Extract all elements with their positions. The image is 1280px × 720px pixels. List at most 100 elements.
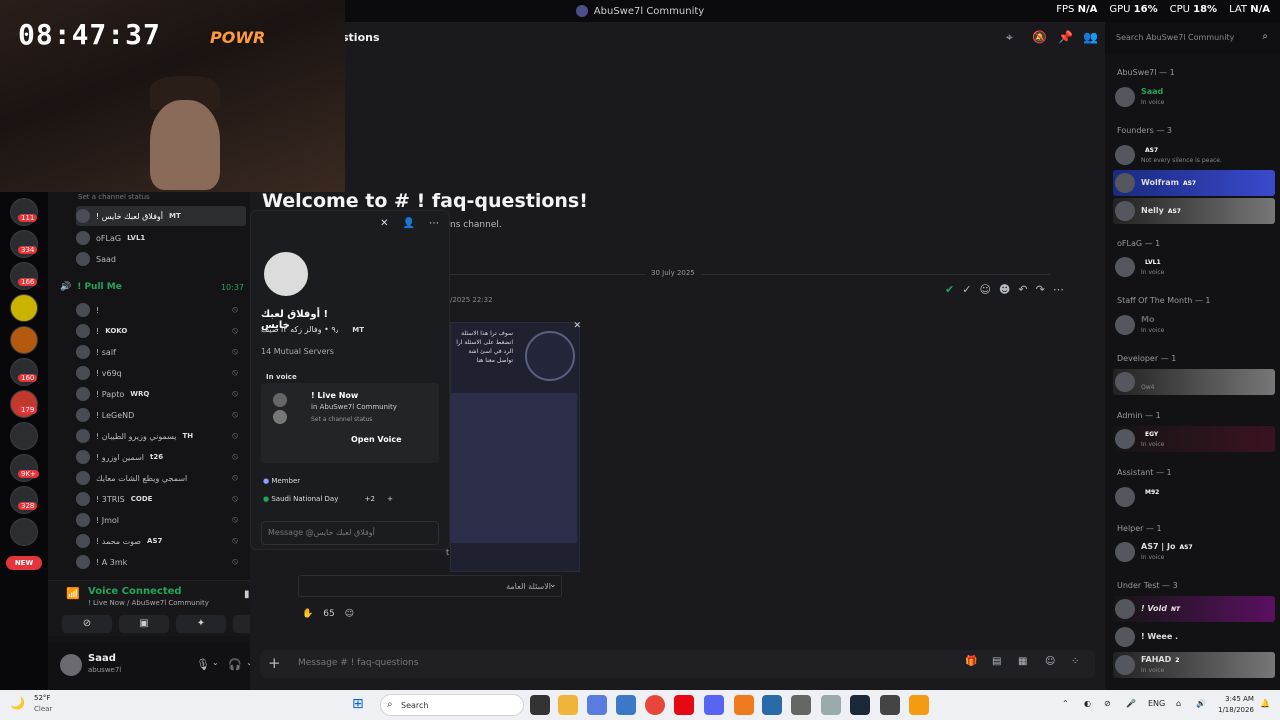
- app-icon[interactable]: [909, 695, 929, 715]
- more-icon[interactable]: ⋯: [1053, 283, 1064, 301]
- voice-member[interactable]: ! أوفلاق لعبك خايس MT: [76, 206, 246, 226]
- store-icon[interactable]: [616, 695, 636, 715]
- avatar[interactable]: [60, 654, 82, 676]
- new-badge[interactable]: NEW: [6, 556, 42, 570]
- server-icon[interactable]: [10, 294, 38, 322]
- profile-avatar[interactable]: [261, 249, 311, 299]
- gear-icon[interactable]: [791, 695, 811, 715]
- close-icon[interactable]: ✕: [380, 218, 388, 229]
- headphones-icon[interactable]: 🎧: [228, 658, 242, 671]
- voice-member[interactable]: ! v69q ⦸: [76, 363, 246, 383]
- voice-member[interactable]: Saad: [76, 249, 246, 269]
- reaction-count[interactable]: 65: [323, 609, 334, 619]
- voice-connected-sub[interactable]: ! Live Now / AbuSwe7l Community: [88, 599, 209, 607]
- voice-member[interactable]: ! saif ⦸: [76, 342, 246, 362]
- app-icon[interactable]: [587, 695, 607, 715]
- weather-icon[interactable]: 🌙: [10, 696, 25, 710]
- voice-member[interactable]: ! Papto WRQ ⦸: [76, 384, 246, 404]
- emoji-icon[interactable]: ☺: [979, 283, 990, 301]
- taskbar-search[interactable]: ⌕ Search: [380, 694, 524, 716]
- screen-share-button[interactable]: ▣: [119, 615, 169, 633]
- close-icon[interactable]: ✕: [573, 321, 581, 331]
- member-item[interactable]: AS7 Not every silence is peace.: [1113, 142, 1275, 168]
- language-indicator[interactable]: ENG: [1148, 699, 1165, 708]
- pin-icon[interactable]: 📌: [1058, 30, 1073, 44]
- app-icon[interactable]: [821, 695, 841, 715]
- more-icon[interactable]: ⋯: [429, 218, 439, 229]
- voice-member[interactable]: ! اسمين اوزرو t26 ⦸: [76, 447, 246, 467]
- member-item[interactable]: FAHAD 2 In voice: [1113, 652, 1275, 678]
- voice-member[interactable]: ! A 3mk ⦸: [76, 552, 246, 572]
- channel-status-hint[interactable]: Set a channel status: [78, 193, 150, 201]
- emoji-icon[interactable]: ☺: [1045, 656, 1055, 667]
- members-icon[interactable]: 👥: [1083, 30, 1098, 44]
- netflix-icon[interactable]: [674, 695, 694, 715]
- threads-icon[interactable]: ⌖: [1006, 30, 1013, 45]
- member-item[interactable]: Nelly AS7: [1113, 198, 1275, 224]
- member-item[interactable]: EGY In voice: [1113, 426, 1275, 452]
- voice-member[interactable]: ! صوت محمد AS7 ⦸: [76, 531, 246, 551]
- embed-image[interactable]: [451, 393, 577, 543]
- voice-member[interactable]: ! Jmol ⦸: [76, 510, 246, 530]
- member-item[interactable]: Ow4: [1113, 369, 1275, 395]
- app-icon[interactable]: [762, 695, 782, 715]
- forward-icon[interactable]: ↷: [1036, 283, 1045, 301]
- volume-icon[interactable]: 🔊: [1196, 699, 1206, 708]
- check-reaction-icon[interactable]: ✔: [945, 283, 954, 301]
- plus-icon[interactable]: +: [387, 495, 393, 503]
- mic-icon[interactable]: 🎤: [1126, 699, 1136, 708]
- search-input[interactable]: Search AbuSwe7l Community ⌕: [1110, 28, 1274, 48]
- chrome-icon[interactable]: [645, 695, 665, 715]
- add-reaction-icon[interactable]: ☻: [999, 283, 1010, 301]
- check-icon[interactable]: ✓: [962, 283, 971, 301]
- voice-member[interactable]: ! KOKO ⦸: [76, 321, 246, 341]
- question-select[interactable]: الاسئلة العامة ⌄: [298, 575, 562, 597]
- role-chip[interactable]: ● Saudi National Day +2 +: [263, 495, 393, 503]
- apps-icon[interactable]: ⁘: [1071, 656, 1079, 667]
- steam-icon[interactable]: [850, 695, 870, 715]
- gift-icon[interactable]: 🎁: [965, 656, 977, 667]
- member-item[interactable]: ! Vold NT: [1113, 596, 1275, 622]
- plus-icon[interactable]: +: [268, 654, 281, 672]
- voice-member[interactable]: ! ⦸: [76, 300, 246, 320]
- activities-button[interactable]: ✦: [176, 615, 226, 633]
- folder-icon[interactable]: [558, 695, 578, 715]
- member-item[interactable]: LVL1 In voice: [1113, 254, 1275, 280]
- voice-member[interactable]: ! 3TRIS CODE ⦸: [76, 489, 246, 509]
- start-icon[interactable]: ⊞: [352, 696, 364, 712]
- server-icon[interactable]: [10, 422, 38, 450]
- notification-icon[interactable]: 🔔: [1260, 699, 1270, 708]
- voice-channel[interactable]: 🔊 ! Pull Me 10:37: [60, 279, 244, 295]
- voice-member[interactable]: oFLaG LVL1: [76, 228, 246, 248]
- tray-icon[interactable]: ⊘: [1104, 699, 1111, 708]
- server-icon[interactable]: [10, 518, 38, 546]
- message-composer[interactable]: + Message # ! faq-questions 🎁 ▤ ▦ ☺ ⁘: [260, 650, 1095, 678]
- camera-off-button[interactable]: ⊘: [62, 615, 112, 633]
- tray-icon[interactable]: ◐: [1084, 699, 1091, 708]
- member-item[interactable]: Wolfram AS7: [1113, 170, 1275, 196]
- voice-member[interactable]: اسمجي ويطع الشات معايك ⦸: [76, 468, 246, 488]
- chevron-down-icon[interactable]: ⌄: [212, 658, 219, 667]
- mutual-servers[interactable]: 14 Mutual Servers: [261, 347, 334, 356]
- chevron-up-icon[interactable]: ⌃: [1062, 699, 1069, 708]
- add-reaction-icon[interactable]: ☺: [345, 609, 354, 619]
- open-voice-button[interactable]: Open Voice: [351, 435, 402, 444]
- dm-input[interactable]: Message @أوفلاق لعبك خايس: [261, 521, 439, 545]
- reply-icon[interactable]: ↶: [1018, 283, 1027, 301]
- sticker-icon[interactable]: ▦: [1018, 656, 1027, 667]
- gif-icon[interactable]: ▤: [992, 656, 1001, 667]
- voice-member[interactable]: ! LeGeND ⦸: [76, 405, 246, 425]
- taskview-icon[interactable]: [530, 695, 550, 715]
- member-item[interactable]: AS7 | Jo AS7 In voice: [1113, 539, 1275, 565]
- role-chip[interactable]: ● Member: [263, 477, 300, 485]
- app-icon[interactable]: [734, 695, 754, 715]
- discord-icon[interactable]: [704, 695, 724, 715]
- member-item[interactable]: M92: [1113, 484, 1275, 510]
- app-icon[interactable]: [880, 695, 900, 715]
- taskbar-clock[interactable]: 3:45 AM 1/18/2026: [1218, 694, 1254, 716]
- reaction-icon[interactable]: ✋: [302, 609, 313, 619]
- member-item[interactable]: ! Weee .: [1113, 624, 1275, 650]
- member-item[interactable]: Saad In voice: [1113, 84, 1275, 110]
- voice-member[interactable]: ! يسموني وزيرو الطيبان TH ⦸: [76, 426, 246, 446]
- member-item[interactable]: Mo In voice: [1113, 312, 1275, 338]
